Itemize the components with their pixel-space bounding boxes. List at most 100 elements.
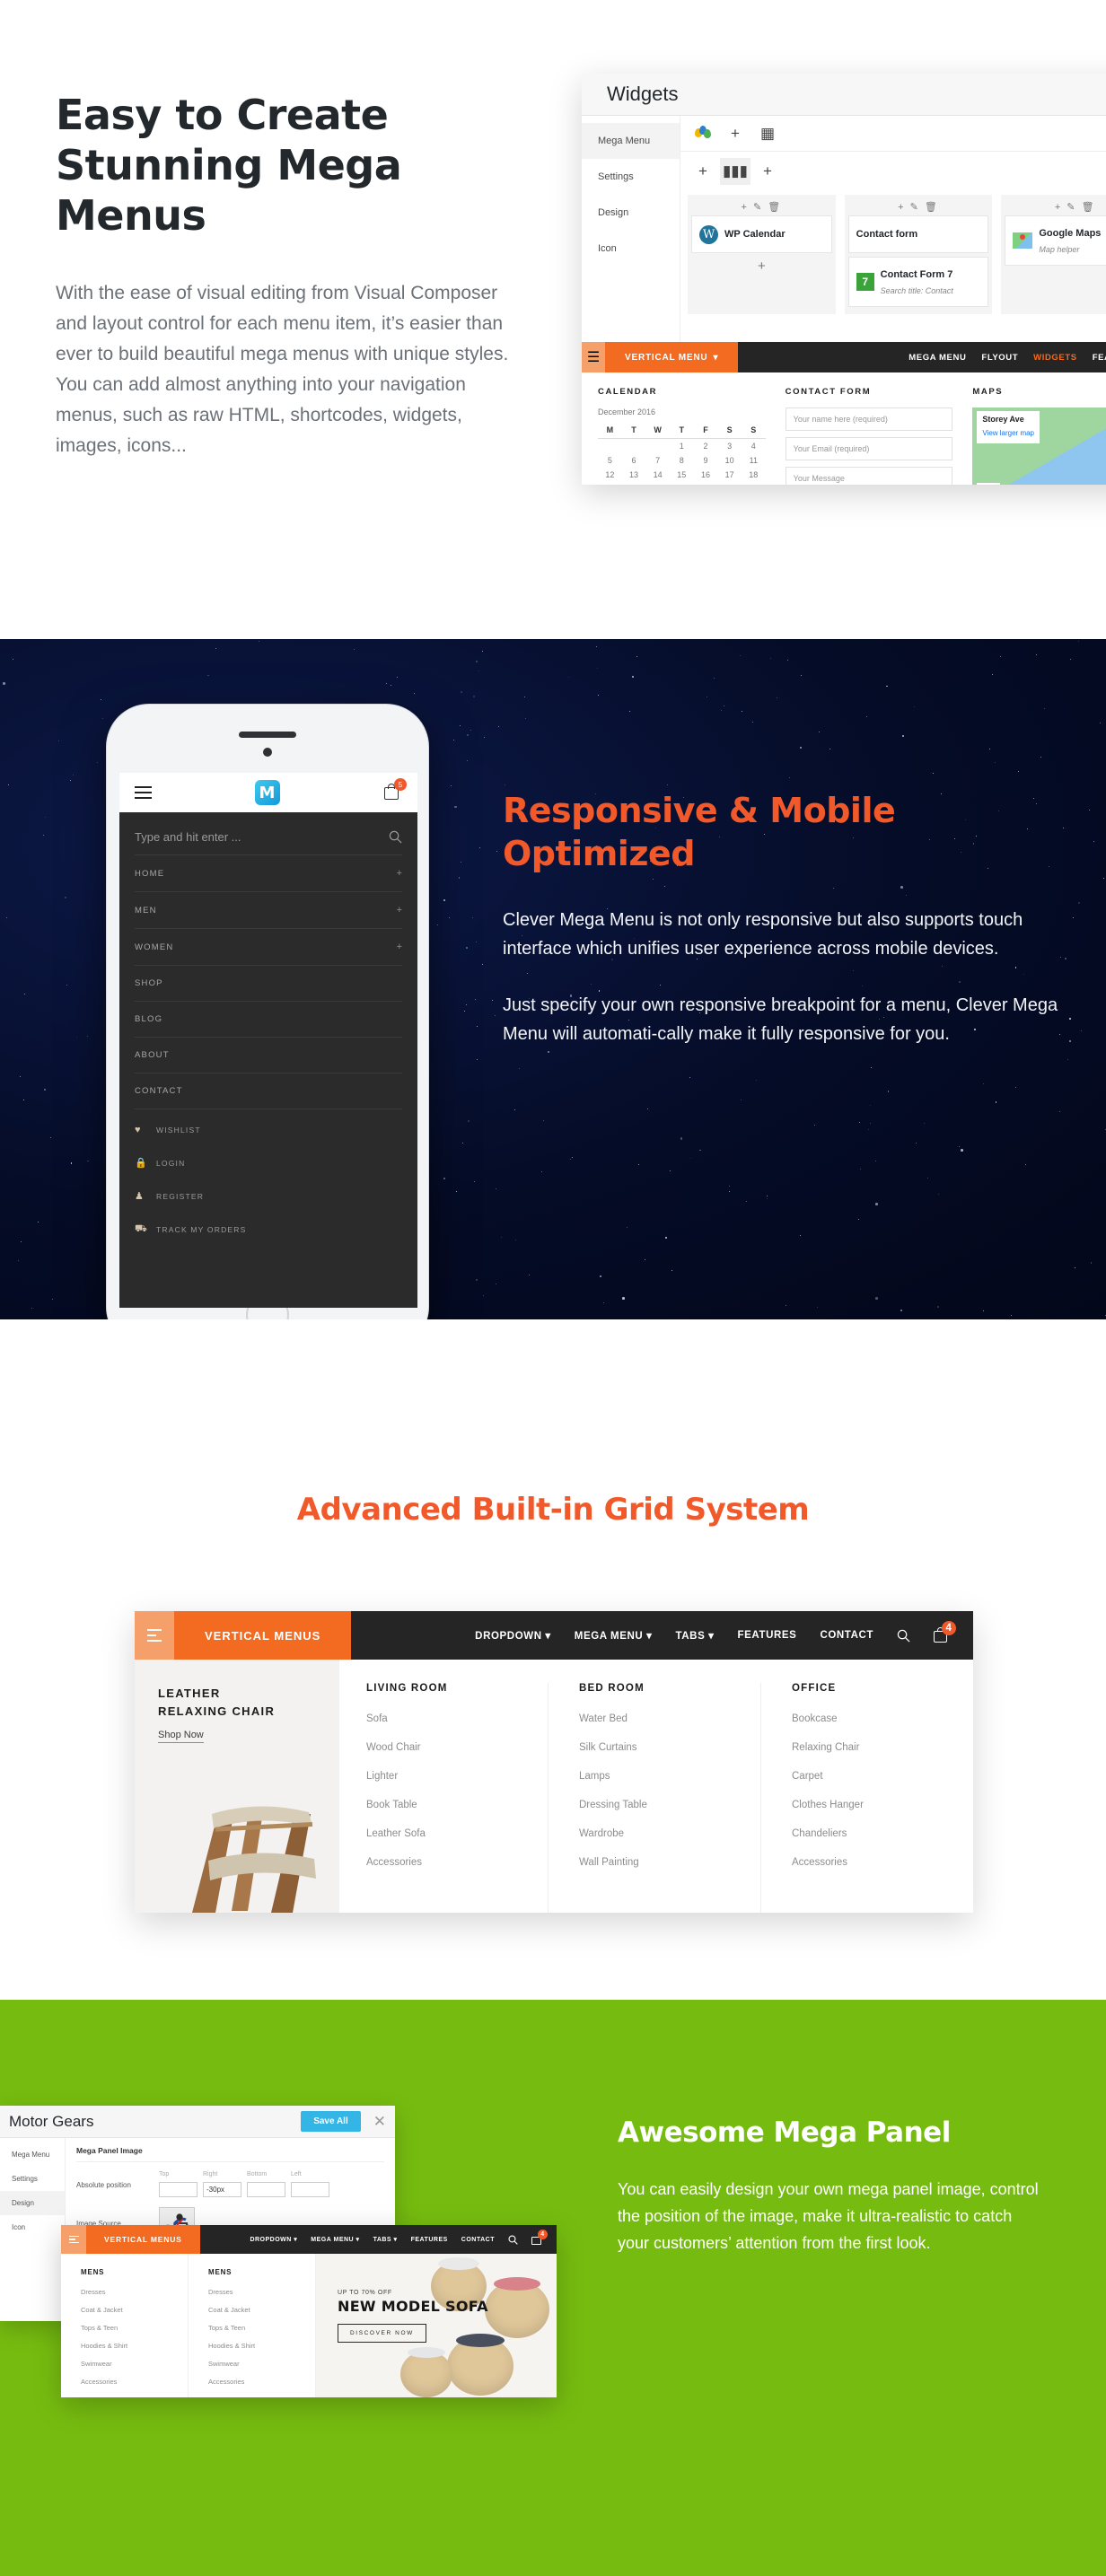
sidebar-item-mega-menu[interactable]: Mega Menu <box>582 123 680 159</box>
message-field[interactable]: Your Message <box>785 467 953 485</box>
calendar-day[interactable]: 1 <box>670 439 694 454</box>
hamburger-icon[interactable] <box>135 783 152 802</box>
list-item[interactable]: Accessories <box>792 1857 973 1868</box>
calendar-day[interactable]: 9 <box>694 453 718 468</box>
save-all-button[interactable]: Save All <box>301 2111 361 2132</box>
add-widget-icon[interactable]: + <box>691 257 832 276</box>
widget-card[interactable]: Google Maps Map helper <box>1005 215 1106 266</box>
list-item[interactable]: Sofa <box>366 1713 548 1724</box>
sidebar-item-design[interactable]: Design <box>0 2191 65 2215</box>
list-item[interactable]: Swimwear <box>208 2360 315 2368</box>
list-item[interactable]: Wall Painting <box>579 1857 760 1868</box>
column-actions[interactable]: + ✎ 🗑 <box>848 198 989 215</box>
calendar-day[interactable]: 5 <box>598 453 622 468</box>
search-icon[interactable] <box>897 1629 910 1643</box>
sidebar-item-icon[interactable]: Icon <box>582 231 680 267</box>
calendar-day[interactable]: 8 <box>670 453 694 468</box>
calendar-day[interactable]: 23 <box>694 482 718 485</box>
sidebar-item-design[interactable]: Design <box>582 195 680 231</box>
cart-icon[interactable]: 5 <box>382 778 407 802</box>
mobile-menu-item-about[interactable]: ABOUT <box>135 1038 402 1073</box>
nav-item-mega-menu[interactable]: MEGA MENU <box>908 353 966 363</box>
mobile-item-track-orders[interactable]: ⛟ TRACK MY ORDERS <box>135 1217 402 1242</box>
nav-item-features[interactable]: FEATURES <box>411 2237 448 2243</box>
nav-item-flyout[interactable]: FLYOUT <box>981 353 1018 363</box>
calendar-day[interactable]: 21 <box>645 482 670 485</box>
calendar-day[interactable] <box>598 439 622 454</box>
list-item[interactable]: Lamps <box>579 1771 760 1782</box>
mobile-menu-item-shop[interactable]: SHOP <box>135 966 402 1002</box>
list-item[interactable]: Lighter <box>366 1771 548 1782</box>
list-item[interactable]: Wood Chair <box>366 1742 548 1753</box>
expand-icon[interactable]: + <box>397 942 402 952</box>
columns-icon[interactable]: ▦ <box>752 120 783 147</box>
list-item[interactable]: Hoodies & Shirt <box>208 2342 315 2350</box>
balloon-icon[interactable] <box>688 120 718 147</box>
top-input[interactable] <box>159 2182 198 2197</box>
list-item[interactable]: Tops & Teen <box>208 2324 315 2332</box>
calendar-day[interactable]: 3 <box>717 439 742 454</box>
mobile-search-row[interactable]: Type and hit enter ... <box>135 830 402 855</box>
list-item[interactable]: Coat & Jacket <box>208 2306 315 2314</box>
bottom-input[interactable] <box>247 2182 285 2197</box>
list-item[interactable]: Carpet <box>792 1771 973 1782</box>
vertical-menus-button[interactable]: VERTICAL MENUS <box>86 2225 200 2254</box>
search-input[interactable]: Type and hit enter ... <box>135 830 241 844</box>
list-item[interactable]: Wardrobe <box>579 1828 760 1839</box>
calendar-day[interactable]: 17 <box>717 468 742 482</box>
calendar-day[interactable] <box>645 439 670 454</box>
nav-item-widgets[interactable]: WIDGETS <box>1033 353 1077 363</box>
list-item[interactable]: Accessories <box>208 2378 315 2386</box>
list-item[interactable]: Clothes Hanger <box>792 1800 973 1810</box>
discover-now-button[interactable]: DISCOVER NOW <box>338 2324 426 2343</box>
vertical-menu-button[interactable]: VERTICAL MENU ▾ <box>605 342 739 372</box>
list-item[interactable]: Chandeliers <box>792 1828 973 1839</box>
list-item[interactable]: Dresses <box>208 2288 315 2296</box>
calendar-day[interactable] <box>622 439 646 454</box>
calendar-day[interactable]: 25 <box>742 482 766 485</box>
calendar-day[interactable]: 4 <box>742 439 766 454</box>
mobile-menu-item-home[interactable]: HOME + <box>135 855 402 892</box>
calendar-day[interactable]: 13 <box>622 468 646 482</box>
nav-item-tabs[interactable]: TABS ▾ <box>675 1629 714 1642</box>
list-item[interactable]: Book Table <box>366 1800 548 1810</box>
calendar-day[interactable]: 16 <box>694 468 718 482</box>
calendar-day[interactable]: 7 <box>645 453 670 468</box>
search-icon[interactable] <box>508 2234 518 2245</box>
sidebar-item-mega-menu[interactable]: Mega Menu <box>0 2142 65 2167</box>
list-item[interactable]: Bookcase <box>792 1713 973 1724</box>
calendar-day[interactable]: 2 <box>694 439 718 454</box>
list-item[interactable]: Accessories <box>81 2378 188 2386</box>
list-item[interactable]: Hoodies & Shirt <box>81 2342 188 2350</box>
calendar-day[interactable]: 15 <box>670 468 694 482</box>
calendar-day[interactable]: 22 <box>670 482 694 485</box>
list-item[interactable]: Relaxing Chair <box>792 1742 973 1753</box>
nav-item-contact[interactable]: CONTACT <box>461 2237 495 2243</box>
list-item[interactable]: Dressing Table <box>579 1800 760 1810</box>
column-actions[interactable]: + ✎ 🗑 <box>691 198 832 215</box>
list-item[interactable]: Swimwear <box>81 2360 188 2368</box>
calendar-day[interactable]: 20 <box>622 482 646 485</box>
nav-item-mega-menu[interactable]: MEGA MENU ▾ <box>575 1629 653 1642</box>
nav-item-features[interactable]: FEATURES <box>738 1630 797 1641</box>
nav-item-dropdown[interactable]: DROPDOWN ▾ <box>250 2236 297 2243</box>
calendar-day[interactable]: 6 <box>622 453 646 468</box>
mobile-menu-item-women[interactable]: WOMEN + <box>135 929 402 966</box>
expand-icon[interactable]: + <box>397 905 402 916</box>
calendar-day[interactable]: 14 <box>645 468 670 482</box>
sidebar-item-settings[interactable]: Settings <box>0 2167 65 2191</box>
row-add-icon[interactable]: + <box>688 158 718 185</box>
column-actions[interactable]: + ✎ 🗑 <box>1005 198 1106 215</box>
google-map[interactable]: Storey Ave View larger map ©2016 Google … <box>972 407 1106 485</box>
expand-icon[interactable]: + <box>397 868 402 879</box>
left-input[interactable] <box>291 2182 329 2197</box>
row-layout-icon[interactable]: ▮▮▮ <box>720 158 750 185</box>
calendar-day[interactable]: 24 <box>717 482 742 485</box>
widget-card[interactable]: W WP Calendar <box>691 215 832 253</box>
list-item[interactable]: Tops & Teen <box>81 2324 188 2332</box>
list-item[interactable]: Coat & Jacket <box>81 2306 188 2314</box>
mobile-item-wishlist[interactable]: ♥ WISHLIST <box>135 1118 402 1142</box>
calendar-day[interactable]: 12 <box>598 468 622 482</box>
hamburger-icon[interactable] <box>61 2225 86 2254</box>
right-input[interactable] <box>203 2182 241 2197</box>
